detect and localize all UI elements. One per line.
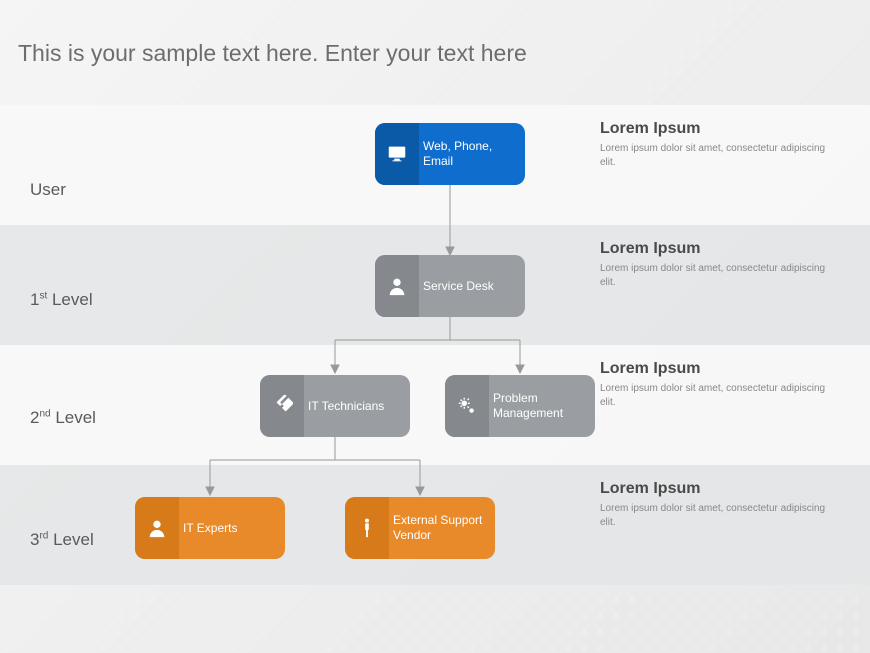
node-it-experts: IT Experts: [135, 497, 285, 559]
node-label: IT Technicians: [304, 399, 392, 414]
standing-person-icon: [345, 497, 389, 559]
person-icon: [135, 497, 179, 559]
node-user-contact: Web, Phone, Email: [375, 123, 525, 185]
gears-icon: [445, 375, 489, 437]
node-external-vendor: External Support Vendor: [345, 497, 495, 559]
node-label: Problem Management: [489, 391, 595, 421]
node-problem-mgmt: Problem Management: [445, 375, 595, 437]
node-service-desk: Service Desk: [375, 255, 525, 317]
node-it-technicians: IT Technicians: [260, 375, 410, 437]
node-label: Web, Phone, Email: [419, 139, 525, 169]
tools-icon: [260, 375, 304, 437]
node-label: External Support Vendor: [389, 513, 495, 543]
node-label: Service Desk: [419, 279, 502, 294]
person-icon: [375, 255, 419, 317]
node-label: IT Experts: [179, 521, 245, 536]
monitor-icon: [375, 123, 419, 185]
